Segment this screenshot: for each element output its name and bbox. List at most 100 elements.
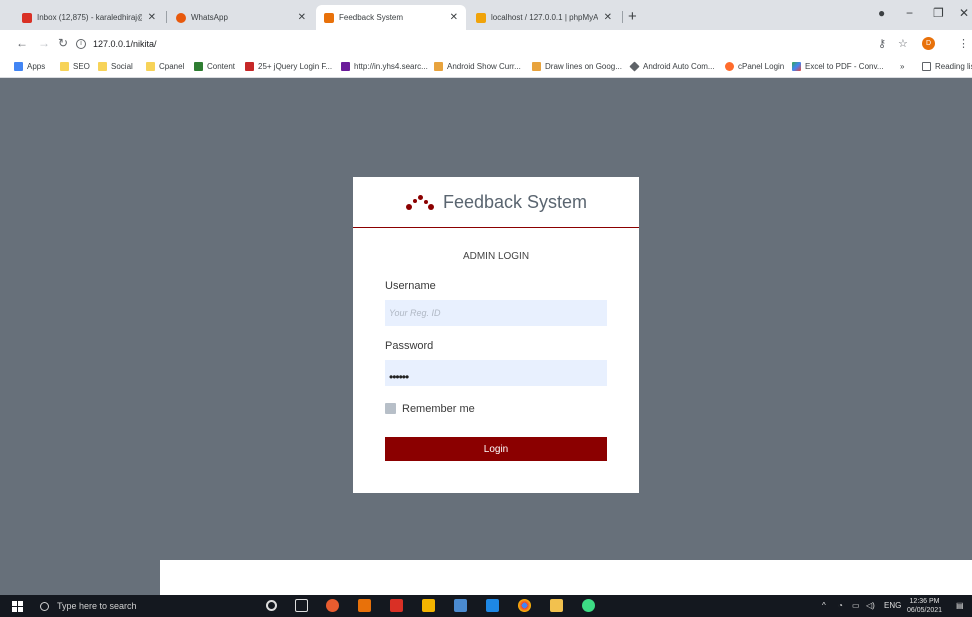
browser-tabstrip: Inbox (12,875) - karaledhiraj@gm ✕ Whats…: [0, 0, 972, 30]
bookmark-label: Excel to PDF - Conv...: [805, 62, 884, 71]
login-card: Feedback System ADMIN LOGIN Username Pas…: [353, 177, 639, 493]
app-icon[interactable]: [326, 599, 339, 612]
bookmark-label: Cpanel: [159, 62, 185, 71]
app-icon[interactable]: [454, 599, 467, 612]
chrome-icon[interactable]: [518, 599, 531, 612]
bookmark-label: Apps: [27, 62, 46, 71]
bookmark-draw-lines[interactable]: Draw lines on Goog...: [532, 62, 622, 71]
bookmark-label: Android Auto Com...: [643, 62, 715, 71]
bookmark-seo[interactable]: SEO: [60, 62, 90, 71]
menu-kebab-icon[interactable]: ⋮: [958, 37, 969, 50]
bookmark-label: SEO: [73, 62, 90, 71]
bookmark-j-icon: [532, 62, 541, 71]
bookmark-cpanel-login[interactable]: cPanel Login: [725, 62, 784, 71]
url-bar[interactable]: i 127.0.0.1/nikita/: [76, 35, 157, 53]
reading-list-icon: [922, 62, 931, 71]
notifications-icon[interactable]: ▤: [956, 601, 964, 610]
bookmark-j-icon: [434, 62, 443, 71]
task-view-icon[interactable]: [295, 599, 308, 612]
password-mask: ••••••: [389, 370, 409, 384]
username-label: Username: [385, 280, 436, 292]
brand-title: Feedback System: [442, 191, 588, 212]
new-tab-button[interactable]: +: [628, 8, 637, 25]
username-input[interactable]: [385, 300, 607, 326]
tab-feedback-system[interactable]: Feedback System ✕: [316, 5, 466, 30]
yahoo-icon: [341, 62, 350, 71]
battery-icon[interactable]: ▭: [852, 601, 860, 610]
bookmark-android-auto[interactable]: Android Auto Com...: [629, 61, 715, 72]
bookmark-label: Draw lines on Goog...: [545, 62, 622, 71]
diamond-icon: [629, 61, 640, 72]
password-label: Password: [385, 340, 434, 352]
clock-date: 06/05/2021: [907, 607, 943, 614]
vscode-icon[interactable]: [486, 599, 499, 612]
tab-gmail[interactable]: Inbox (12,875) - karaledhiraj@gm ✕: [14, 5, 164, 30]
folder-icon: [146, 62, 155, 71]
tab-title: Feedback System: [339, 13, 404, 22]
close-icon[interactable]: ✕: [604, 12, 612, 23]
bookmark-android-show[interactable]: Android Show Curr...: [434, 62, 521, 71]
bookmark-label: Social: [111, 62, 133, 71]
site-info-icon[interactable]: i: [76, 39, 86, 49]
tab-divider: [622, 11, 623, 23]
search-icon: [40, 601, 49, 611]
app-icon[interactable]: [390, 599, 403, 612]
gl-icon: [194, 62, 203, 71]
network-icon[interactable]: ◔: [838, 601, 843, 610]
bookmark-label: http://in.yhs4.searc...: [354, 62, 428, 71]
star-icon[interactable]: ☆: [898, 37, 908, 50]
bookmark-jquery-login[interactable]: 25+ jQuery Login F...: [245, 62, 332, 71]
bookmark-content[interactable]: Content: [194, 62, 235, 71]
gmail-icon: [22, 12, 32, 23]
bookmark-social[interactable]: Social: [98, 62, 133, 71]
footer-panel: [160, 560, 972, 595]
remember-checkbox[interactable]: [385, 403, 396, 414]
tab-title: Inbox (12,875) - karaledhiraj@gm: [37, 13, 142, 22]
login-heading: ADMIN LOGIN: [462, 251, 530, 262]
taskbar-search[interactable]: Type here to search: [40, 598, 137, 614]
tab-title: WhatsApp: [191, 13, 228, 22]
key-icon[interactable]: ⚷: [878, 37, 886, 50]
url-text[interactable]: 127.0.0.1/nikita/: [93, 39, 157, 49]
profile-menu-icon[interactable]: ●: [878, 6, 885, 20]
login-button[interactable]: Login: [385, 437, 607, 461]
reading-list-label: Reading lis: [935, 62, 972, 71]
folder-icon: [60, 62, 69, 71]
reload-icon[interactable]: ↻: [58, 36, 68, 50]
forward-icon[interactable]: →: [38, 36, 50, 50]
close-icon[interactable]: ✕: [450, 12, 458, 23]
taskbar-search-placeholder: Type here to search: [57, 601, 137, 611]
back-icon[interactable]: ←: [16, 36, 28, 50]
more-bookmarks-button[interactable]: »: [900, 62, 904, 71]
restore-icon[interactable]: ❐: [933, 6, 944, 20]
close-icon[interactable]: ✕: [298, 12, 306, 23]
password-input[interactable]: [385, 360, 607, 386]
bookmark-label: 25+ jQuery Login F...: [258, 62, 333, 71]
volume-icon[interactable]: ◁): [866, 601, 875, 610]
bookmark-apps[interactable]: Apps: [14, 62, 45, 71]
tab-phpmyadmin[interactable]: localhost / 127.0.0.1 | phpMyAdm ✕: [468, 5, 620, 30]
android-studio-icon[interactable]: [582, 599, 595, 612]
windows-start-icon[interactable]: [12, 601, 23, 612]
xampp-icon[interactable]: [358, 599, 371, 612]
app-icon[interactable]: [422, 599, 435, 612]
window-close-icon[interactable]: ✕: [959, 6, 969, 20]
profile-avatar[interactable]: D: [922, 37, 935, 50]
phpmyadmin-icon: [476, 12, 486, 23]
folder-icon: [98, 62, 107, 71]
minimize-icon[interactable]: −: [906, 6, 913, 20]
file-explorer-icon[interactable]: [550, 599, 563, 612]
clock[interactable]: 12:36 PM 06/05/2021: [907, 597, 942, 615]
bookmark-yhs4[interactable]: http://in.yhs4.searc...: [341, 62, 428, 71]
bookmark-excel-pdf[interactable]: Excel to PDF - Conv...: [792, 62, 884, 71]
cortana-icon[interactable]: [266, 600, 277, 611]
bookmark-label: Android Show Curr...: [447, 62, 521, 71]
language-indicator[interactable]: ENG: [884, 601, 901, 610]
remember-label[interactable]: Remember me: [402, 403, 475, 415]
card-header: Feedback System: [353, 177, 639, 228]
tab-whatsapp[interactable]: WhatsApp ✕: [168, 5, 314, 30]
reading-list-button[interactable]: Reading lis: [922, 62, 972, 71]
bookmark-cpanel-folder[interactable]: Cpanel: [146, 62, 184, 71]
tray-chevron-icon[interactable]: ^: [822, 601, 826, 610]
close-icon[interactable]: ✕: [148, 12, 156, 23]
